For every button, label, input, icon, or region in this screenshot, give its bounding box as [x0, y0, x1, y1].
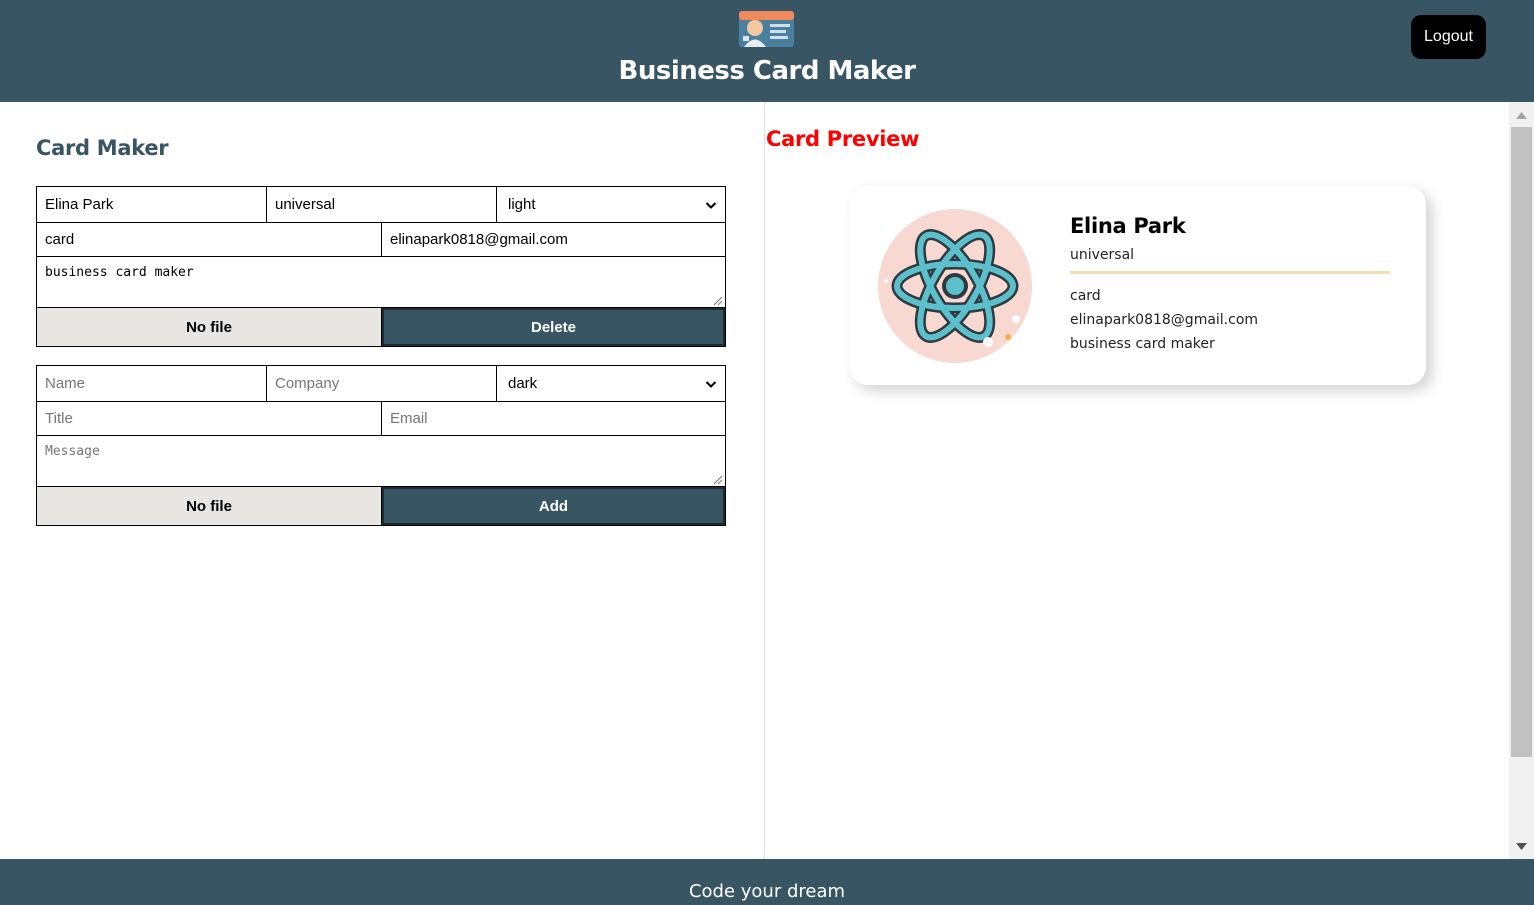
chevron-down-icon	[705, 380, 717, 388]
card-preview-title: Card Preview	[766, 127, 920, 151]
card-title: card	[1070, 288, 1101, 304]
scrollbar-thumb[interactable]	[1511, 127, 1532, 757]
card-name: Elina Park	[1070, 214, 1186, 238]
title-input[interactable]	[37, 402, 381, 435]
card-add-form: dark No file Add	[36, 365, 726, 526]
title-input[interactable]	[37, 223, 381, 256]
business-card-logo-icon	[739, 11, 794, 47]
app-footer: Code your dream	[0, 859, 1534, 905]
add-button[interactable]: Add	[382, 487, 725, 525]
scroll-up-arrow-icon[interactable]	[1509, 106, 1534, 124]
card-company: universal	[1070, 247, 1135, 263]
name-input[interactable]	[37, 187, 266, 222]
company-input[interactable]	[267, 187, 496, 222]
file-upload-button[interactable]: No file	[37, 308, 382, 346]
scroll-down-arrow-icon[interactable]	[1509, 837, 1534, 855]
theme-select[interactable]: light	[497, 187, 725, 222]
card-info: Elina Park universal card elinapark0818@…	[1070, 214, 1390, 356]
card-edit-form: light business card maker No file Delete	[36, 186, 726, 347]
card-message: business card maker	[1070, 336, 1215, 352]
resize-grip-icon[interactable]	[713, 475, 723, 485]
react-atom-icon	[878, 209, 1032, 363]
theme-select-value: light	[508, 196, 536, 213]
card-email: elinapark0818@gmail.com	[1070, 312, 1259, 328]
company-input[interactable]	[267, 366, 496, 401]
delete-button[interactable]: Delete	[382, 308, 725, 346]
theme-select[interactable]: dark	[497, 366, 725, 401]
footer-text: Code your dream	[688, 881, 846, 902]
app-header: Business Card Maker Logout	[0, 0, 1534, 102]
card-preview-panel: Card Preview Elina Park universal card e…	[766, 102, 1509, 859]
app-title: Business Card Maker	[618, 56, 916, 86]
message-textarea[interactable]	[37, 436, 725, 486]
vertical-scrollbar[interactable]	[1509, 102, 1534, 859]
resize-grip-icon[interactable]	[713, 296, 723, 306]
card-divider	[1070, 271, 1390, 274]
business-card: Elina Park universal card elinapark0818@…	[850, 186, 1426, 385]
card-maker-title: Card Maker	[36, 136, 169, 160]
email-input[interactable]	[382, 223, 725, 256]
message-textarea[interactable]: business card maker	[37, 257, 725, 307]
email-input[interactable]	[382, 402, 725, 435]
chevron-down-icon	[705, 201, 717, 209]
file-upload-button[interactable]: No file	[37, 487, 382, 525]
card-maker-panel: Card Maker light business card maker No …	[0, 102, 765, 859]
logout-button[interactable]: Logout	[1411, 15, 1486, 59]
name-input[interactable]	[37, 366, 266, 401]
theme-select-value: dark	[508, 375, 538, 392]
